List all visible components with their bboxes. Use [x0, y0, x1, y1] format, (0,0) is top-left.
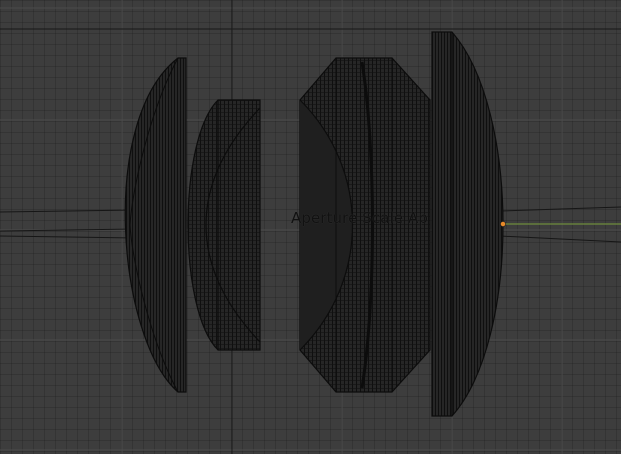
object-origin-dot[interactable]: [500, 221, 506, 227]
lens-element-1[interactable]: [124, 57, 187, 393]
lens-element-4[interactable]: [431, 31, 504, 417]
lens-element-2[interactable]: [187, 99, 261, 351]
lens-element-3[interactable]: [299, 57, 431, 393]
viewport-scene[interactable]: [0, 0, 621, 454]
3d-viewport[interactable]: Aperture Scale Ap: [0, 0, 621, 454]
